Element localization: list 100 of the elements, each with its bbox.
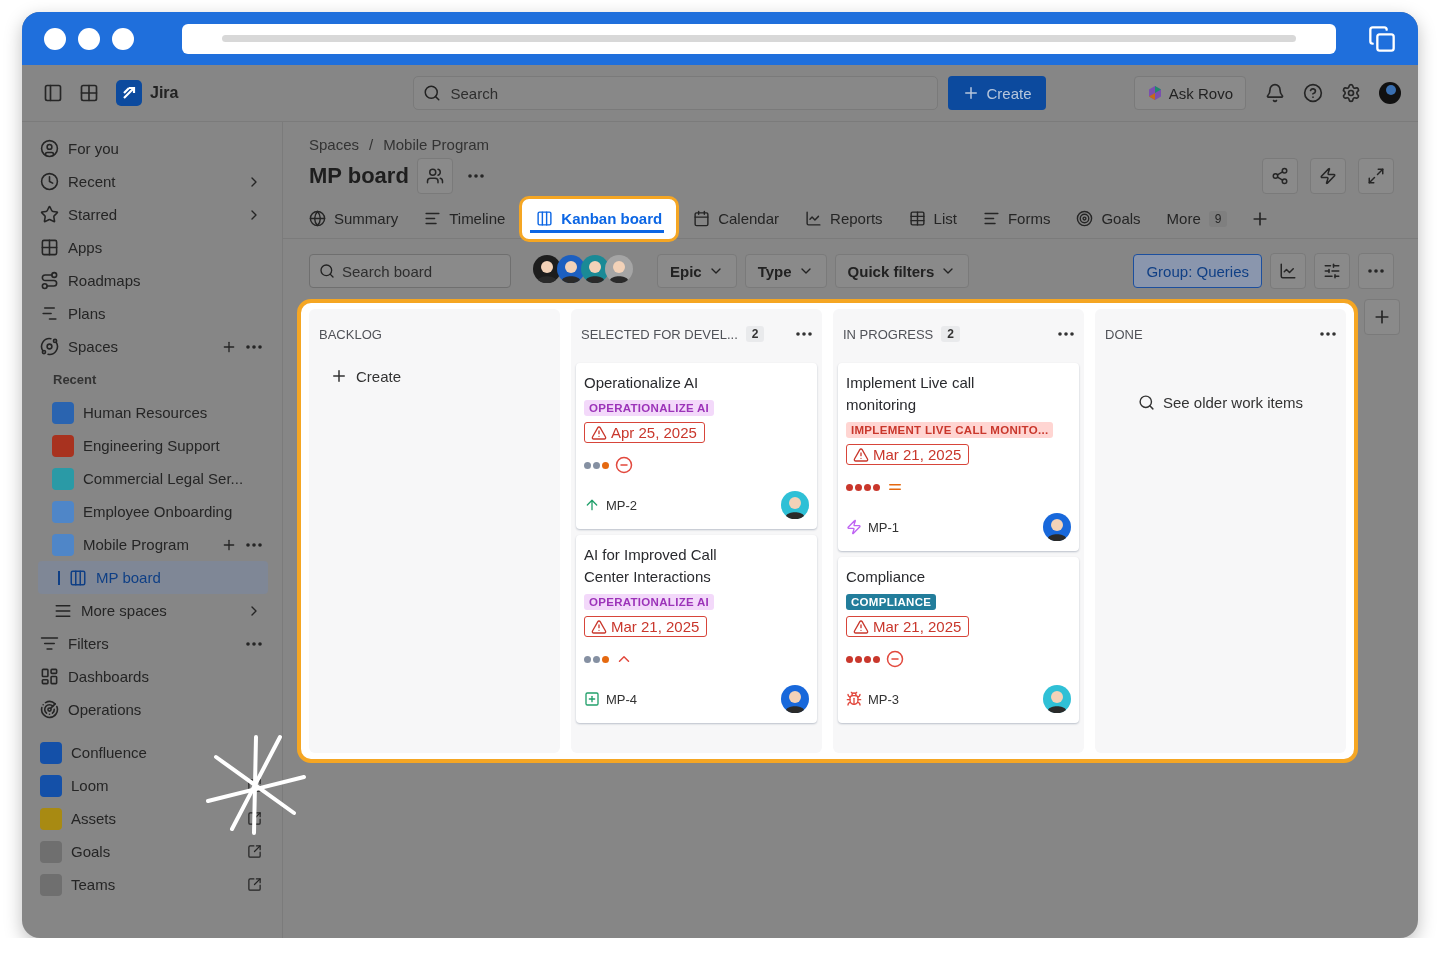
view-settings-button[interactable] — [1314, 253, 1350, 289]
sidebar-item[interactable]: Dashboards — [38, 660, 268, 693]
sliders-icon — [1323, 262, 1341, 280]
create-button[interactable]: Create — [314, 363, 418, 389]
ask-rovo-button[interactable]: Ask Rovo — [1133, 76, 1246, 110]
sidebar-item[interactable]: Apps — [38, 231, 268, 264]
sidebar-item[interactable]: Filters — [38, 627, 268, 660]
search-icon — [423, 84, 442, 102]
tab[interactable]: Timeline — [412, 200, 518, 237]
warning-icon — [591, 618, 607, 635]
tab[interactable]: Forms — [970, 200, 1063, 237]
see-older-link[interactable]: See older work items — [1131, 393, 1310, 412]
board-title: MP board — [309, 163, 409, 189]
sidebar-item[interactable]: Loom — [38, 769, 268, 802]
sidebar-item[interactable]: Assets — [38, 802, 268, 835]
column-title: BACKLOG — [319, 326, 382, 342]
breadcrumb-separator: / — [369, 136, 374, 153]
column-menu-button[interactable] — [796, 332, 812, 336]
filter-dropdown[interactable]: Epic — [657, 254, 737, 288]
tab[interactable]: Calendar — [681, 200, 792, 237]
window-dot-icon — [78, 27, 100, 50]
sidebar-item[interactable]: Plans — [38, 297, 268, 330]
tab[interactable]: List — [896, 200, 969, 237]
sidebar-item[interactable]: Recent — [38, 165, 268, 198]
due-date: Mar 21, 2025 — [846, 616, 970, 637]
people-button[interactable] — [416, 158, 453, 194]
tab[interactable]: More 9 — [1154, 200, 1240, 237]
share-button[interactable] — [1262, 158, 1298, 194]
panel-icon — [43, 83, 63, 103]
breadcrumb-link[interactable]: Mobile Program — [383, 136, 490, 153]
sidebar-item[interactable]: Spaces — [38, 330, 268, 363]
board-search-field[interactable]: Search board — [309, 254, 511, 288]
add-column-button[interactable] — [1364, 299, 1400, 335]
profile-avatar-icon[interactable] — [1378, 81, 1402, 105]
column-title: SELECTED FOR DEVEL... — [581, 326, 738, 342]
tab[interactable]: Reports — [793, 200, 895, 237]
grid-icon — [79, 83, 99, 103]
work-item-card[interactable]: Implement Live call monitoring IMPLEMENT LIVE CALL MONITO... Mar 21, 2025 MP-1 — [838, 363, 1079, 551]
group-button[interactable]: Group: Queries — [1133, 254, 1262, 288]
work-item-card[interactable]: AI for Improved Call Center Interactions OPERATIONALIZE AI Mar 21, 2025 MP-4 — [576, 535, 817, 723]
copy-icon[interactable] — [1368, 24, 1396, 53]
address-bar[interactable] — [182, 23, 1336, 54]
more-button[interactable] — [1358, 253, 1394, 289]
warning-icon — [853, 618, 869, 635]
epic-tag: OPERATIONALIZE AI — [584, 594, 715, 610]
rovo-logo-icon — [1146, 85, 1163, 101]
tab[interactable]: Goals — [1064, 200, 1153, 237]
filter-dropdown[interactable]: Type — [744, 254, 827, 288]
tab[interactable]: Summary — [297, 200, 411, 237]
section-heading: Recent — [52, 371, 98, 389]
window-dot-icon — [44, 27, 66, 50]
blocked-icon — [615, 456, 633, 474]
more-icon — [1368, 269, 1384, 273]
expand-icon — [1367, 167, 1385, 185]
sidebar-item[interactable]: Human Resources — [38, 396, 268, 429]
sidebar-item[interactable]: Confluence — [38, 736, 268, 769]
sidebar-item[interactable]: For you — [38, 132, 268, 165]
sidebar-item[interactable]: Goals — [38, 835, 268, 868]
column-menu-button[interactable] — [1320, 332, 1336, 336]
card-title: AI for Improved Call Center Interactions — [584, 545, 718, 587]
automation-button[interactable] — [1310, 158, 1346, 194]
warning-icon — [591, 424, 607, 441]
sidebar-item[interactable]: Mobile Program — [38, 528, 268, 561]
blocked-icon — [886, 650, 904, 668]
sidebar-item[interactable]: Employee Onboarding — [38, 495, 268, 528]
create-button[interactable]: Create — [948, 76, 1046, 110]
work-item-key: MP-3 — [868, 691, 1037, 707]
more-icon[interactable] — [246, 641, 262, 646]
search-field[interactable]: Search — [413, 76, 939, 110]
due-date: Mar 21, 2025 — [846, 444, 970, 465]
globe-icon — [309, 210, 326, 227]
plus-icon — [330, 367, 348, 385]
share-icon — [1271, 167, 1289, 185]
filter-dropdown[interactable]: Quick filters — [834, 254, 970, 288]
sidebar-item[interactable]: Engineering Support — [38, 429, 268, 462]
insights-button[interactable] — [1270, 253, 1306, 289]
sidebar-item[interactable]: Starred — [38, 198, 268, 231]
work-item-card[interactable]: Compliance COMPLIANCE Mar 21, 2025 MP-3 — [838, 557, 1079, 723]
grid-icon — [40, 238, 59, 257]
count-badge: 2 — [745, 326, 765, 342]
sidebar-item[interactable]: Roadmaps — [38, 264, 268, 297]
dashboard-icon — [40, 667, 59, 686]
sidebar-item[interactable]: Commercial Legal Ser... — [38, 462, 268, 495]
epic-tag: COMPLIANCE — [846, 594, 937, 610]
sidebar-item[interactable]: Teams — [38, 868, 268, 901]
sidebar-item[interactable]: MP board — [38, 561, 268, 594]
work-item-card[interactable]: Operationalize AI OPERATIONALIZE AI Apr 25, 2025 MP-2 — [576, 363, 817, 529]
tab[interactable]: Kanban board — [519, 195, 680, 242]
fullscreen-button[interactable] — [1358, 158, 1394, 194]
calendar-icon — [693, 210, 711, 227]
target-icon — [1076, 210, 1094, 227]
more-icon[interactable] — [246, 344, 262, 349]
breadcrumb-link[interactable]: Spaces — [309, 136, 360, 153]
sidebar-item[interactable]: Operations — [38, 693, 268, 726]
more-icon[interactable] — [246, 542, 262, 547]
sidebar-item[interactable]: More spaces — [38, 594, 268, 627]
people-icon — [425, 167, 444, 185]
plus-square-icon — [584, 691, 600, 707]
column-menu-button[interactable] — [1058, 332, 1074, 336]
due-date: Apr 25, 2025 — [584, 422, 705, 443]
